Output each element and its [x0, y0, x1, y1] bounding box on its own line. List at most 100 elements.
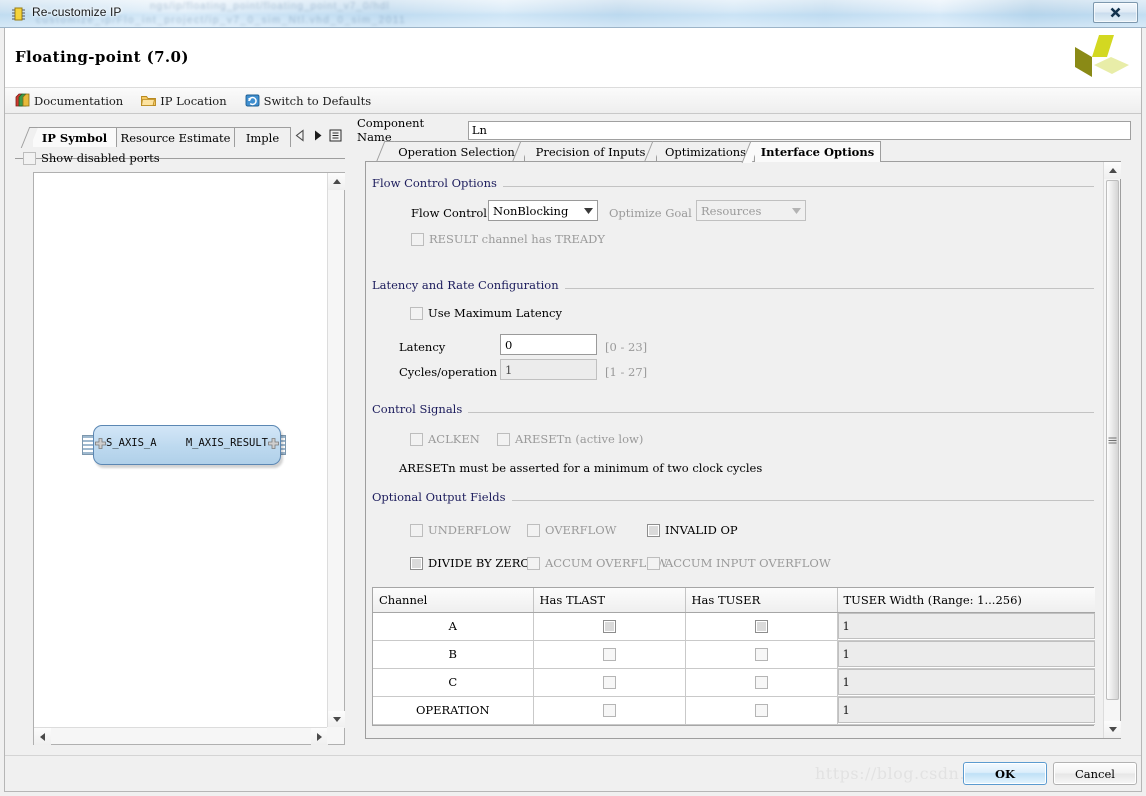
tab-precision-of-inputs[interactable]: Precision of Inputs — [511, 141, 657, 163]
tuser-width-input[interactable] — [837, 697, 1095, 723]
has-tlast-checkbox[interactable] — [602, 620, 616, 634]
flow-control-label: Flow Control — [411, 206, 487, 220]
arrow-right-icon — [317, 732, 322, 741]
tab-label-ip-symbol: IP Symbol — [41, 130, 108, 145]
scroll-up-button[interactable] — [328, 173, 345, 190]
ip-port-label-left: S_AXIS_A — [106, 437, 157, 449]
scroll-up-button[interactable] — [1104, 162, 1121, 179]
left-panel-vscrollbar[interactable] — [327, 173, 345, 728]
has-tuser-checkbox[interactable] — [754, 648, 768, 662]
component-name-row: Component Name — [357, 116, 1131, 144]
cancel-button[interactable]: Cancel — [1053, 762, 1137, 785]
toolbar-item-ip-location[interactable]: IP Location — [141, 93, 227, 108]
cell-has-tlast[interactable] — [533, 640, 686, 669]
ok-button[interactable]: OK — [963, 762, 1047, 785]
tab-skew-edge — [20, 127, 39, 148]
page-title: Floating-point (7.0) — [15, 48, 189, 66]
has-tlast-checkbox[interactable] — [602, 648, 616, 662]
underflow-checkbox[interactable]: UNDERFLOW — [410, 523, 511, 537]
left-panel-hscrollbar[interactable] — [34, 727, 328, 745]
has-tuser-checkbox[interactable] — [754, 704, 768, 718]
checkbox-box — [410, 432, 423, 446]
cell-tuser-width[interactable] — [837, 612, 1095, 641]
invalid-op-checkbox[interactable]: INVALID OP — [647, 523, 738, 537]
tab-ip-symbol[interactable]: IP Symbol — [20, 127, 117, 148]
xilinx-logo — [1067, 33, 1131, 85]
ip-toolbar: Documentation IP Location Switch to Defa… — [5, 88, 1141, 114]
table-header-row: Channel Has TLAST Has TUSER TUSER Width … — [373, 588, 1095, 613]
has-tlast-checkbox[interactable] — [602, 704, 616, 718]
table-row[interactable]: C — [373, 668, 1095, 697]
divide-by-zero-checkbox[interactable]: DIVIDE BY ZERO — [410, 556, 530, 570]
tuser-width-input[interactable] — [837, 641, 1095, 667]
cell-has-tuser[interactable] — [685, 696, 838, 725]
result-channel-tready-checkbox[interactable]: RESULT channel has TREADY — [411, 232, 605, 246]
chevron-down-icon — [580, 207, 597, 214]
tuser-width-input[interactable] — [837, 669, 1095, 695]
use-maximum-latency-checkbox[interactable]: Use Maximum Latency — [410, 306, 562, 320]
tuser-width-input[interactable] — [837, 613, 1095, 639]
tab-interface-options[interactable]: Interface Options — [741, 141, 881, 163]
chevron-left-icon[interactable] — [295, 129, 306, 147]
accum-input-overflow-checkbox[interactable]: ACCUM INPUT OVERFLOW — [647, 556, 831, 570]
cell-has-tlast[interactable] — [533, 612, 686, 641]
has-tlast-checkbox[interactable] — [602, 676, 616, 690]
aclken-checkbox[interactable]: ACLKEN — [410, 432, 480, 446]
tab-list-icon[interactable] — [329, 129, 342, 147]
component-name-input[interactable] — [467, 120, 1131, 140]
checkbox-box — [23, 151, 36, 165]
table-row[interactable]: OPERATION — [373, 696, 1095, 725]
latency-input[interactable] — [500, 334, 597, 355]
re-customize-ip-window: ngs/ip/floating_point/floating_point_v7_… — [0, 0, 1146, 796]
column-header-has-tlast[interactable]: Has TLAST — [533, 588, 686, 613]
cell-tuser-width[interactable] — [837, 668, 1095, 697]
cell-tuser-width[interactable] — [837, 696, 1095, 725]
folder-icon — [141, 93, 157, 108]
tab-operation-selection[interactable]: Operation Selection — [375, 141, 525, 163]
toolbar-item-documentation[interactable]: Documentation — [15, 93, 123, 108]
cell-has-tuser[interactable] — [685, 640, 838, 669]
scroll-right-button[interactable] — [311, 728, 328, 745]
cycles-per-operation-input[interactable] — [500, 359, 597, 380]
window-titlebar: ngs/ip/floating_point/floating_point_v7_… — [0, 0, 1146, 28]
close-button[interactable] — [1093, 2, 1138, 23]
chevron-right-icon[interactable] — [312, 129, 323, 147]
cell-has-tlast[interactable] — [533, 696, 686, 725]
chevron-down-icon — [788, 207, 805, 214]
table-row[interactable]: A — [373, 612, 1095, 641]
overflow-checkbox[interactable]: OVERFLOW — [527, 523, 616, 537]
scroll-left-button[interactable] — [34, 728, 51, 745]
optimize-goal-select[interactable]: Resources — [696, 200, 806, 221]
ip-block-symbol: S_AXIS_A M_AXIS_RESULT — [82, 425, 286, 469]
scrollbar-thumb[interactable] — [1106, 180, 1119, 700]
flow-control-select[interactable]: NonBlocking — [488, 200, 598, 221]
bus-expand-icon-left[interactable] — [95, 437, 106, 449]
component-name-label: Component Name — [357, 116, 425, 144]
panel-vscrollbar[interactable] — [1103, 162, 1121, 738]
column-header-channel[interactable]: Channel — [373, 588, 534, 613]
tab-implementation[interactable]: Imple — [235, 127, 291, 147]
ip-symbol-canvas[interactable]: S_AXIS_A M_AXIS_RESULT — [34, 173, 328, 728]
cell-tuser-width[interactable] — [837, 640, 1095, 669]
column-header-has-tuser[interactable]: Has TUSER — [685, 588, 838, 613]
cell-channel: OPERATION — [373, 696, 534, 725]
scroll-down-button[interactable] — [328, 711, 345, 728]
checkbox-box — [647, 556, 660, 570]
scroll-down-button[interactable] — [1104, 721, 1121, 738]
cell-has-tuser[interactable] — [685, 612, 838, 641]
bus-expand-icon-right[interactable] — [268, 437, 279, 449]
cell-has-tlast[interactable] — [533, 668, 686, 697]
tab-resource-estimate[interactable]: Resource Estimate — [117, 127, 235, 147]
group-title-flow-control: Flow Control Options — [372, 176, 503, 190]
table-row[interactable]: B — [373, 640, 1095, 669]
has-tuser-checkbox[interactable] — [754, 676, 768, 690]
aresetn-checkbox[interactable]: ARESETn (active low) — [497, 432, 643, 446]
tab-label-implementation: Imple — [245, 130, 280, 145]
cell-has-tuser[interactable] — [685, 668, 838, 697]
column-header-tuser-width[interactable]: TUSER Width (Range: 1...256) — [837, 588, 1095, 613]
has-tuser-checkbox[interactable] — [754, 620, 768, 634]
show-disabled-ports-checkbox[interactable]: Show disabled ports — [23, 151, 160, 165]
toolbar-item-switch-to-defaults[interactable]: Switch to Defaults — [245, 93, 371, 108]
tab-optimizations[interactable]: Optimizations — [643, 141, 755, 163]
window-client-area: Floating-point (7.0) Documentation IP Lo… — [4, 28, 1142, 792]
